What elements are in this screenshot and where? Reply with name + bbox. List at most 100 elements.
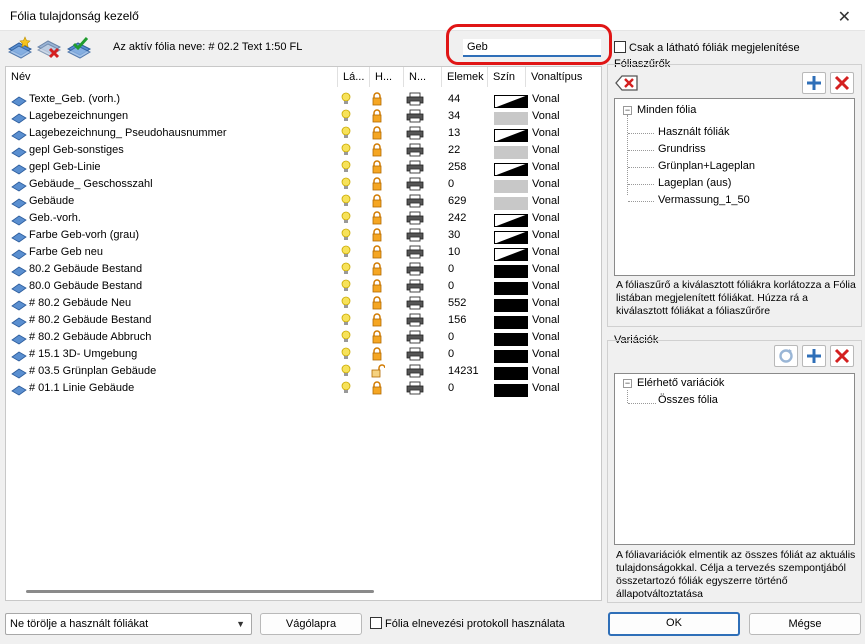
printer-icon[interactable] xyxy=(406,176,426,193)
column-header-print[interactable]: N... xyxy=(404,67,442,87)
lock-icon[interactable] xyxy=(371,312,385,329)
column-header-elements[interactable]: Elemek xyxy=(442,67,488,87)
line-type[interactable]: Vonal xyxy=(532,346,592,363)
layer-list[interactable]: Név Lá... H... N... Elemek Szín Vonaltíp… xyxy=(5,66,602,601)
lock-icon[interactable] xyxy=(371,227,385,244)
line-type[interactable]: Vonal xyxy=(532,210,592,227)
table-row[interactable]: # 80.2 Gebäude Neu 552 Vonal xyxy=(6,295,601,312)
table-row[interactable]: # 01.1 Linie Gebäude 0 Vonal xyxy=(6,380,601,397)
lock-icon[interactable] xyxy=(371,380,385,397)
apply-layer-button[interactable] xyxy=(66,35,92,59)
delete-layer-button[interactable] xyxy=(36,35,62,59)
visibility-icon[interactable] xyxy=(340,329,354,346)
visibility-icon[interactable] xyxy=(340,380,354,397)
layer-name-cell[interactable]: # 80.2 Gebäude Abbruch xyxy=(11,329,341,346)
printer-icon[interactable] xyxy=(406,142,426,159)
line-type[interactable]: Vonal xyxy=(532,142,592,159)
printer-icon[interactable] xyxy=(406,329,426,346)
tree-item-filter[interactable]: Grundriss xyxy=(658,143,706,155)
add-filter-button[interactable] xyxy=(802,72,826,94)
visibility-icon[interactable] xyxy=(340,346,354,363)
lock-icon[interactable] xyxy=(371,210,385,227)
cancel-button[interactable]: Mégse xyxy=(749,613,861,635)
table-row[interactable]: Texte_Geb. (vorh.) 44 Vonal xyxy=(6,91,601,108)
printer-icon[interactable] xyxy=(406,346,426,363)
visibility-icon[interactable] xyxy=(340,363,354,380)
layer-name-cell[interactable]: # 01.1 Linie Gebäude xyxy=(11,380,341,397)
refresh-variation-button[interactable] xyxy=(774,345,798,367)
line-type[interactable]: Vonal xyxy=(532,125,592,142)
column-header-linetype[interactable]: Vonaltípus xyxy=(526,67,602,87)
color-swatch[interactable] xyxy=(494,348,528,363)
remove-filter-button[interactable] xyxy=(830,72,854,94)
printer-icon[interactable] xyxy=(406,278,426,295)
tree-root-variations[interactable]: Elérhető variációk xyxy=(637,377,724,389)
line-type[interactable]: Vonal xyxy=(532,176,592,193)
search-input[interactable] xyxy=(463,39,601,57)
lock-icon[interactable] xyxy=(371,346,385,363)
remove-variation-button[interactable] xyxy=(830,345,854,367)
new-layer-button[interactable] xyxy=(7,35,33,59)
layer-name-cell[interactable]: Gebäude_ Geschosszahl xyxy=(11,176,341,193)
table-row[interactable]: # 80.2 Gebäude Bestand 156 Vonal xyxy=(6,312,601,329)
line-type[interactable]: Vonal xyxy=(532,278,592,295)
table-row[interactable]: # 03.5 Grünplan Gebäude 14231 Vonal xyxy=(6,363,601,380)
color-swatch[interactable] xyxy=(494,365,528,380)
visibility-icon[interactable] xyxy=(340,142,354,159)
table-row[interactable]: Gebäude_ Geschosszahl 0 Vonal xyxy=(6,176,601,193)
layer-name-cell[interactable]: Farbe Geb-vorh (grau) xyxy=(11,227,341,244)
lock-icon[interactable] xyxy=(371,244,385,261)
line-type[interactable]: Vonal xyxy=(532,227,592,244)
color-swatch[interactable] xyxy=(494,297,528,312)
printer-icon[interactable] xyxy=(406,91,426,108)
color-swatch[interactable] xyxy=(494,331,528,346)
printer-icon[interactable] xyxy=(406,312,426,329)
tree-item-filter[interactable]: Grünplan+Lageplan xyxy=(658,160,755,172)
layer-name-cell[interactable]: Texte_Geb. (vorh.) xyxy=(11,91,341,108)
visibility-icon[interactable] xyxy=(340,125,354,142)
ok-button[interactable]: OK xyxy=(608,612,740,636)
table-row[interactable]: Farbe Geb-vorh (grau) 30 Vonal xyxy=(6,227,601,244)
visibility-icon[interactable] xyxy=(340,193,354,210)
layer-name-cell[interactable]: Farbe Geb neu xyxy=(11,244,341,261)
table-row[interactable]: gepl Geb-Linie 258 Vonal xyxy=(6,159,601,176)
column-header-visible[interactable]: Lá... xyxy=(338,67,370,87)
line-type[interactable]: Vonal xyxy=(532,295,592,312)
layer-name-cell[interactable]: gepl Geb-Linie xyxy=(11,159,341,176)
visibility-icon[interactable] xyxy=(340,295,354,312)
lock-icon[interactable] xyxy=(371,108,385,125)
printer-icon[interactable] xyxy=(406,125,426,142)
checkbox-box[interactable] xyxy=(370,617,382,629)
table-row[interactable]: Geb.-vorh. 242 Vonal xyxy=(6,210,601,227)
color-swatch[interactable] xyxy=(494,110,528,125)
delete-mode-dropdown[interactable]: Ne törölje a használt fóliákat ▼ xyxy=(5,613,252,635)
color-swatch[interactable] xyxy=(494,212,528,227)
printer-icon[interactable] xyxy=(406,363,426,380)
layer-name-cell[interactable]: Geb.-vorh. xyxy=(11,210,341,227)
layer-name-cell[interactable]: # 80.2 Gebäude Neu xyxy=(11,295,341,312)
tree-item-filter[interactable]: Lageplan (aus) xyxy=(658,177,731,189)
color-swatch[interactable] xyxy=(494,195,528,210)
visibility-icon[interactable] xyxy=(340,278,354,295)
column-header-color[interactable]: Szín xyxy=(488,67,526,87)
layer-name-cell[interactable]: Lagebezeichnung_ Pseudohausnummer xyxy=(11,125,341,142)
layer-name-cell[interactable]: # 80.2 Gebäude Bestand xyxy=(11,312,341,329)
line-type[interactable]: Vonal xyxy=(532,159,592,176)
tree-item-all-layers[interactable]: Összes fólia xyxy=(658,394,718,406)
visibility-icon[interactable] xyxy=(340,312,354,329)
close-icon[interactable]: ✕ xyxy=(838,7,851,26)
printer-icon[interactable] xyxy=(406,261,426,278)
table-row[interactable]: 80.2 Gebäude Bestand 0 Vonal xyxy=(6,261,601,278)
color-swatch[interactable] xyxy=(494,314,528,329)
add-variation-button[interactable] xyxy=(802,345,826,367)
visibility-icon[interactable] xyxy=(340,91,354,108)
line-type[interactable]: Vonal xyxy=(532,108,592,125)
lock-icon[interactable] xyxy=(371,125,385,142)
table-row[interactable]: Farbe Geb neu 10 Vonal xyxy=(6,244,601,261)
column-header-lock[interactable]: H... xyxy=(370,67,404,87)
lock-icon[interactable] xyxy=(371,261,385,278)
tree-root-all-layers[interactable]: Minden fólia xyxy=(637,104,696,116)
visibility-icon[interactable] xyxy=(340,176,354,193)
color-swatch[interactable] xyxy=(494,178,528,193)
line-type[interactable]: Vonal xyxy=(532,261,592,278)
